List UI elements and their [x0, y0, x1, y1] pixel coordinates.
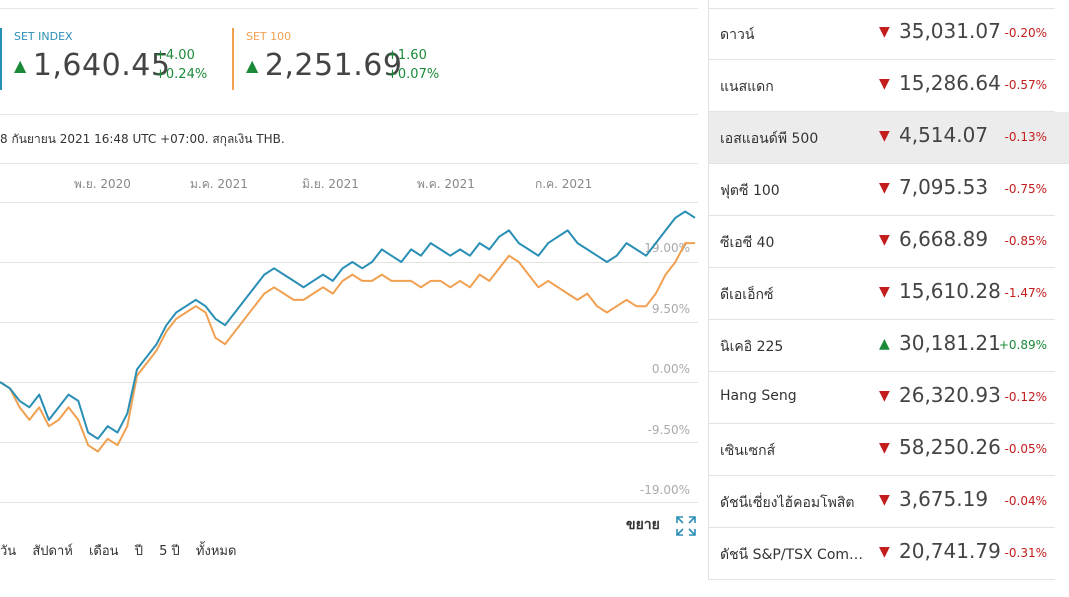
market-row[interactable]: แนสแดก ▼ 15,286.64 -0.57%	[709, 60, 1055, 112]
down-arrow-icon: ▼	[879, 232, 890, 248]
down-arrow-icon: ▼	[879, 180, 890, 196]
gridline	[0, 502, 698, 503]
set100-value-text: 2,251.69	[264, 48, 403, 83]
market-value: 7,095.53	[899, 175, 989, 199]
market-name: ฟุตซี 100	[720, 183, 780, 199]
series-line-set-index	[0, 210, 696, 440]
set-index-change: +4.00 +0.24%	[155, 46, 207, 84]
divider	[0, 163, 698, 164]
market-name: Hang Seng	[720, 388, 797, 404]
expand-button[interactable]: ขยาย	[626, 514, 660, 536]
line-chart[interactable]	[0, 180, 700, 500]
market-change-pct: -0.12%	[1004, 390, 1047, 404]
range-month[interactable]: เดือน	[89, 544, 119, 559]
market-row[interactable]: นิเคอิ 225 ▲ 30,181.21 +0.89%	[709, 320, 1055, 372]
market-change-pct: -0.31%	[1004, 546, 1047, 560]
range-selector: วัน สัปดาห์ เดือน ปี 5 ปี ทั้งหมด	[0, 540, 248, 561]
down-arrow-icon: ▼	[879, 544, 890, 560]
market-value: 15,286.64	[899, 71, 1001, 95]
market-row[interactable]: ฟุตซี 100 ▼ 7,095.53 -0.75%	[709, 164, 1055, 216]
down-arrow-icon: ▼	[879, 76, 890, 92]
set100-change-abs: +1.60	[387, 48, 427, 63]
market-change-pct: -0.20%	[1004, 26, 1047, 40]
market-change-pct: -0.57%	[1004, 78, 1047, 92]
set-index-name: SET INDEX	[14, 30, 73, 43]
market-change-pct: -0.13%	[1004, 130, 1047, 144]
market-list: ดาวน์ ▼ 35,031.07 -0.20% แนสแดก ▼ 15,286…	[709, 8, 1069, 580]
down-arrow-icon: ▼	[879, 492, 890, 508]
market-row[interactable]: เซินเซกส์ ▼ 58,250.26 -0.05%	[709, 424, 1055, 476]
market-name: ดัชนีเซี่ยงไฮ้คอมโพสิต	[720, 495, 855, 511]
set100-summary[interactable]: SET 100 ▲ 2,251.69 +1.60 +0.07%	[232, 28, 472, 90]
up-arrow-icon: ▲	[246, 56, 259, 75]
divider	[0, 8, 698, 9]
market-row[interactable]: ดัชนีเซี่ยงไฮ้คอมโพสิต ▼ 3,675.19 -0.04%	[709, 476, 1055, 528]
market-change-pct: -1.47%	[1004, 286, 1047, 300]
market-row[interactable]: Hang Seng ▼ 26,320.93 -0.12%	[709, 372, 1055, 424]
market-row[interactable]: ดาวน์ ▼ 35,031.07 -0.20%	[709, 8, 1055, 60]
market-name: แนสแดก	[720, 79, 774, 95]
up-arrow-icon: ▲	[879, 336, 890, 352]
set-index-summary[interactable]: SET INDEX ▲ 1,640.45 +4.00 +0.24%	[0, 28, 230, 90]
down-arrow-icon: ▼	[879, 284, 890, 300]
set100-name: SET 100	[246, 30, 292, 43]
market-change-pct: -0.75%	[1004, 182, 1047, 196]
market-name: ซีเอซี 40	[720, 235, 775, 251]
market-change-pct: -0.85%	[1004, 234, 1047, 248]
range-5-year[interactable]: 5 ปี	[159, 544, 180, 559]
up-arrow-icon: ▲	[14, 56, 27, 75]
market-value: 30,181.21	[899, 331, 1001, 355]
range-week[interactable]: สัปดาห์	[32, 544, 73, 559]
market-value: 3,675.19	[899, 487, 989, 511]
market-value: 26,320.93	[899, 383, 1001, 407]
set-index-value-text: 1,640.45	[32, 48, 171, 83]
range-day[interactable]: วัน	[0, 544, 16, 559]
down-arrow-icon: ▼	[879, 388, 890, 404]
down-arrow-icon: ▼	[879, 440, 890, 456]
market-name: ดัชนี S&P/TSX Com…	[720, 547, 864, 563]
down-arrow-icon: ▼	[879, 128, 890, 144]
set100-change: +1.60 +0.07%	[387, 46, 439, 84]
market-name: นิเคอิ 225	[720, 339, 784, 355]
market-row[interactable]: ดัชนี S&P/TSX Com… ▼ 20,741.79 -0.31%	[709, 528, 1055, 580]
expand-icon[interactable]	[676, 516, 696, 536]
chart-panel: SET INDEX ▲ 1,640.45 +4.00 +0.24% SET 100…	[0, 0, 708, 597]
market-row[interactable]: ดีเอเอ็กซ์ ▼ 15,610.28 -1.47%	[709, 268, 1055, 320]
set-index-change-pct: +0.24%	[155, 67, 208, 82]
set-index-change-abs: +4.00	[155, 48, 195, 63]
down-arrow-icon: ▼	[879, 24, 890, 40]
market-value: 4,514.07	[899, 123, 989, 147]
market-row-highlighted[interactable]: เอสแอนด์พี 500 ▼ 4,514.07 -0.13%	[709, 112, 1069, 164]
timestamp: 8 กันยายน 2021 16:48 UTC +07:00. สกุลเงิ…	[0, 132, 285, 146]
divider	[0, 114, 698, 115]
market-change-pct: -0.04%	[1004, 494, 1047, 508]
market-name: ดีเอเอ็กซ์	[720, 287, 774, 303]
set-index-value: ▲ 1,640.45	[14, 48, 170, 83]
market-row[interactable]: ซีเอซี 40 ▼ 6,668.89 -0.85%	[709, 216, 1055, 268]
market-name: ดาวน์	[720, 27, 755, 43]
market-change-pct: +0.89%	[998, 338, 1047, 352]
market-name: เอสแอนด์พี 500	[720, 131, 819, 147]
series-line-set100	[0, 242, 695, 453]
market-value: 20,741.79	[899, 539, 1001, 563]
set100-value: ▲ 2,251.69	[246, 48, 402, 83]
market-value: 6,668.89	[899, 227, 989, 251]
market-value: 35,031.07	[899, 19, 1001, 43]
set100-color-bar	[232, 28, 234, 90]
market-change-pct: -0.05%	[1004, 442, 1047, 456]
market-name: เซินเซกส์	[720, 443, 776, 459]
range-year[interactable]: ปี	[135, 544, 143, 559]
market-value: 15,610.28	[899, 279, 1001, 303]
market-value: 58,250.26	[899, 435, 1001, 459]
set-index-color-bar	[0, 28, 2, 90]
set100-change-pct: +0.07%	[387, 67, 440, 82]
range-all[interactable]: ทั้งหมด	[196, 544, 237, 559]
